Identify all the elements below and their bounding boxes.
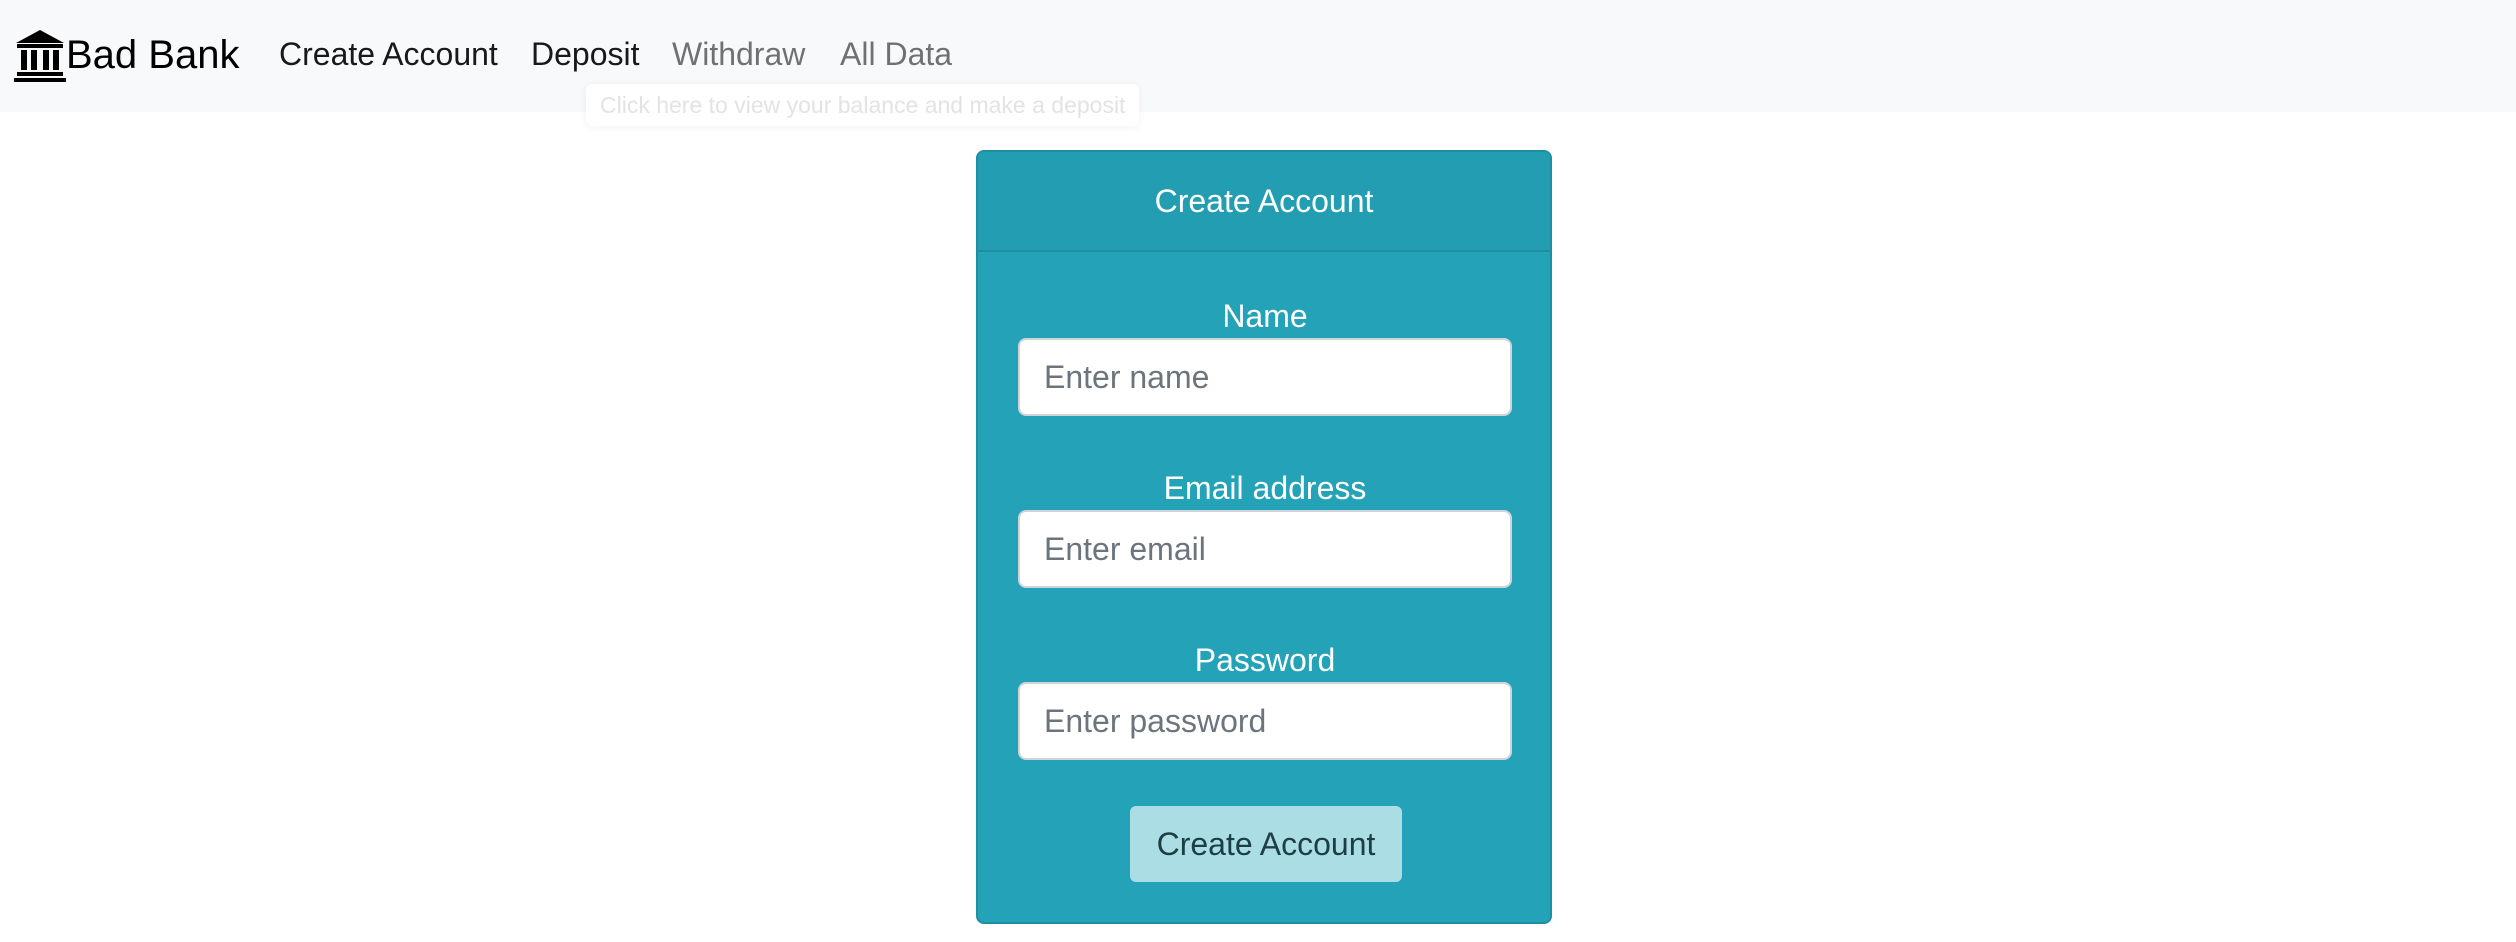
card-title: Create Account: [1154, 182, 1374, 219]
email-field-group: Email address: [1018, 468, 1512, 588]
nav-deposit[interactable]: Deposit: [531, 32, 640, 76]
password-input[interactable]: [1018, 682, 1512, 760]
name-label: Name: [1222, 298, 1308, 334]
create-account-button[interactable]: Create Account: [1130, 806, 1402, 882]
navbar: Bad Bank Create Account Deposit Withdraw…: [0, 0, 2516, 112]
nav-create-account[interactable]: Create Account: [279, 32, 498, 76]
deposit-tooltip: Click here to view your balance and make…: [586, 84, 1140, 126]
nav-withdraw[interactable]: Withdraw: [672, 32, 805, 76]
email-input[interactable]: [1018, 510, 1512, 588]
create-account-card: Create Account Name Email address Passwo…: [976, 150, 1552, 924]
bank-building-icon: [14, 30, 66, 82]
brand-label: Bad Bank: [66, 33, 240, 77]
password-field-group: Password: [1018, 640, 1512, 760]
email-label: Email address: [1163, 470, 1367, 506]
password-label: Password: [1194, 642, 1336, 678]
card-header: Create Account: [978, 152, 1550, 252]
name-input[interactable]: [1018, 338, 1512, 416]
name-field-group: Name: [1018, 296, 1512, 416]
brand-link[interactable]: Bad Bank: [14, 20, 239, 90]
nav-all-data[interactable]: All Data: [840, 32, 952, 76]
